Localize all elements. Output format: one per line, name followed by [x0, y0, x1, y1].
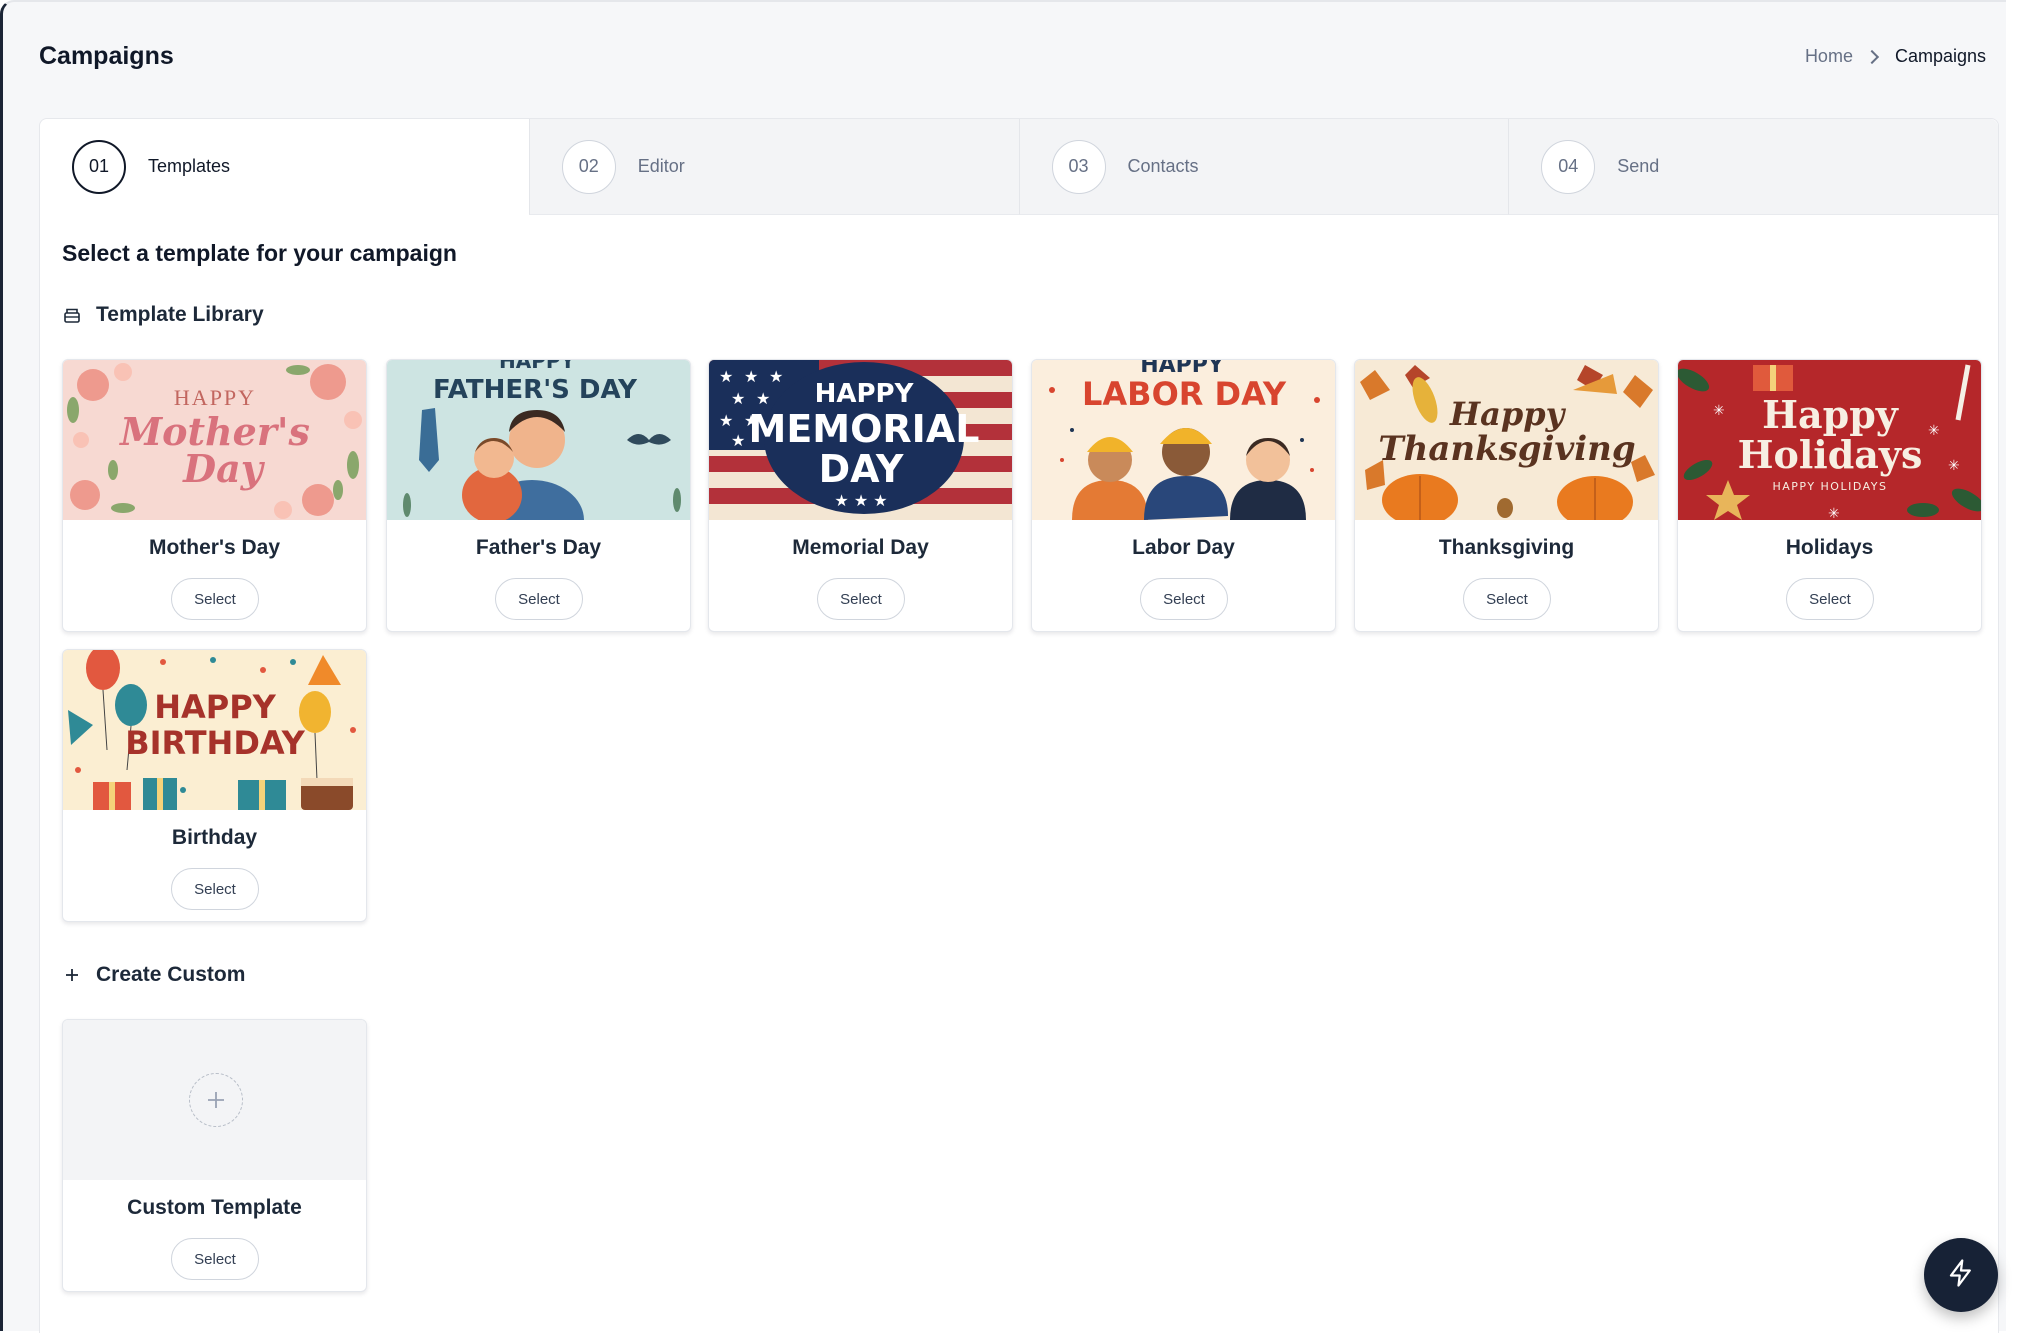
art-line2: LABOR DAY — [1082, 375, 1287, 413]
breadcrumb: Home Campaigns — [1805, 46, 1986, 67]
art-line2: Thanksgiving — [1378, 429, 1635, 469]
template-card-labor-day[interactable]: HAPPY LABOR DAY Labor Day Select — [1031, 359, 1336, 632]
template-name: Mother's Day — [148, 536, 281, 559]
step-number: 04 — [1541, 139, 1596, 194]
svg-text:✳: ✳ — [1928, 423, 1940, 439]
template-name: Father's Day — [475, 536, 602, 559]
template-card-mothers-day[interactable]: HAPPY Mother's Day Mother's Day Select — [62, 359, 367, 632]
svg-text:★: ★ — [756, 389, 770, 408]
art-line2: Holidays — [1738, 432, 1923, 477]
svg-text:✳: ✳ — [1713, 403, 1725, 419]
select-button[interactable]: Select — [171, 578, 259, 620]
step-number: 02 — [561, 139, 616, 194]
template-name: Custom Template — [127, 1196, 302, 1219]
create-custom-heading: Create Custom — [62, 963, 245, 987]
step-tab-editor[interactable]: 02 Editor — [528, 119, 1019, 215]
thanksgiving-thumbnail: Happy Thanksgiving — [1355, 360, 1658, 520]
step-tab-contacts[interactable]: 03 Contacts — [1018, 119, 1509, 215]
template-library-label: Template Library — [96, 303, 264, 326]
template-name: Holidays — [1785, 536, 1874, 559]
svg-text:★: ★ — [731, 431, 745, 450]
select-button[interactable]: Select — [1140, 578, 1228, 620]
select-button[interactable]: Select — [817, 578, 905, 620]
template-library-heading: Template Library — [62, 303, 264, 327]
step-label: Contacts — [1127, 156, 1199, 176]
art-line3: Day — [182, 446, 266, 491]
section-subtitle: Select a template for your campaign — [62, 240, 457, 266]
campaign-wizard-card: 01 Templates 02 Editor 03 Contacts 04 Se… — [39, 118, 1999, 1333]
art-line2: FATHER'S DAY — [433, 375, 638, 405]
template-card-birthday[interactable]: HAPPY BIRTHDAY Birthday Select — [62, 649, 367, 922]
select-button[interactable]: Select — [495, 578, 583, 620]
art-line2: BIRTHDAY — [125, 724, 305, 762]
holidays-thumbnail: ✳ ✳ ✳ ✳ Happy Holidays HAPPY HOLIDAYS — [1678, 360, 1981, 520]
svg-text:★: ★ — [719, 367, 733, 386]
art-line3: HAPPY HOLIDAYS — [1773, 480, 1888, 493]
art-line1: Happy — [1449, 395, 1567, 433]
art-line2: MEMORIAL — [749, 407, 980, 451]
quick-action-button[interactable] — [1924, 1238, 1998, 1312]
breadcrumb-current: Campaigns — [1894, 46, 1986, 66]
step-tab-send[interactable]: 04 Send — [1508, 119, 1998, 215]
archive-box-icon — [62, 305, 82, 325]
birthday-thumbnail: HAPPY BIRTHDAY — [63, 650, 366, 810]
page-title: Campaigns — [39, 42, 174, 70]
add-circle-icon — [188, 1073, 243, 1127]
svg-text:★: ★ — [731, 389, 745, 408]
select-button[interactable]: Select — [1786, 578, 1874, 620]
template-name: Thanksgiving — [1438, 536, 1575, 559]
svg-text:★: ★ — [719, 411, 733, 430]
select-button[interactable]: Select — [171, 1238, 259, 1280]
template-name: Memorial Day — [792, 536, 929, 559]
create-custom-label: Create Custom — [96, 963, 246, 986]
step-label: Editor — [637, 156, 685, 176]
svg-text:★: ★ — [744, 367, 758, 386]
art-line3: DAY — [819, 447, 904, 491]
plus-icon — [62, 965, 82, 985]
wizard-steps: 01 Templates 02 Editor 03 Contacts 04 Se… — [40, 119, 1998, 215]
chevron-right-icon — [1864, 49, 1880, 64]
step-number: 01 — [72, 139, 126, 194]
app-frame: Campaigns Home Campaigns 01 Templates 02… — [0, 0, 2006, 1333]
memorial-day-thumbnail: ★★★★★★★★★ HAPPY MEMORIAL DAY ★ ★ ★ — [709, 360, 1012, 520]
art-line1: Happy — [1762, 392, 1899, 437]
template-card-fathers-day[interactable]: HAPPY FATHER'S DAY Father's Day Select — [386, 359, 691, 632]
step-label: Send — [1617, 156, 1660, 176]
template-name: Labor Day — [1132, 536, 1235, 559]
template-card-thanksgiving[interactable]: Happy Thanksgiving Thanksgiving Select — [1354, 359, 1659, 632]
art-line1: HAPPY — [815, 379, 915, 409]
step-label: Templates — [148, 156, 231, 176]
art-line1: HAPPY — [174, 385, 256, 410]
art-line1: HAPPY — [499, 360, 576, 373]
template-card-holidays[interactable]: ✳ ✳ ✳ ✳ Happy Holidays HAPPY HOLIDAYS Holid… — [1677, 359, 1982, 632]
art-line1: HAPPY — [154, 688, 276, 726]
labor-day-thumbnail: HAPPY LABOR DAY — [1032, 360, 1335, 520]
svg-text:✳: ✳ — [1828, 506, 1840, 520]
select-button[interactable]: Select — [171, 868, 259, 910]
breadcrumb-home-link[interactable]: Home — [1805, 46, 1853, 67]
step-tab-templates[interactable]: 01 Templates — [40, 119, 529, 215]
svg-text:★: ★ — [769, 367, 783, 386]
template-card-custom[interactable]: Custom Template Select — [62, 1019, 367, 1292]
template-card-memorial-day[interactable]: ★★★★★★★★★ HAPPY MEMORIAL DAY ★ ★ ★ Memor… — [708, 359, 1013, 632]
mothers-day-thumbnail: HAPPY Mother's Day — [63, 360, 366, 520]
fathers-day-thumbnail: HAPPY FATHER'S DAY — [387, 360, 690, 520]
select-button[interactable]: Select — [1463, 578, 1551, 620]
step-number: 03 — [1051, 139, 1106, 194]
custom-template-thumbnail — [63, 1020, 366, 1180]
template-name: Birthday — [171, 826, 258, 849]
svg-text:★ ★ ★: ★ ★ ★ — [834, 491, 887, 510]
svg-text:✳: ✳ — [1948, 458, 1960, 474]
lightning-bolt-icon — [1946, 1258, 1976, 1293]
